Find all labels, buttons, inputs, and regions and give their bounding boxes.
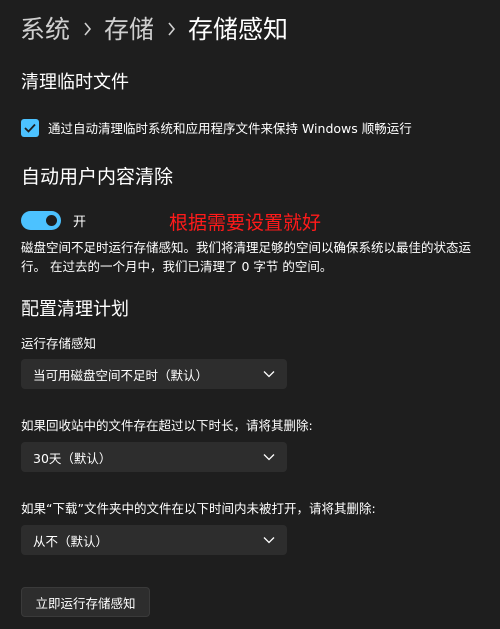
chevron-down-icon [263,453,275,461]
chevron-right-icon [154,20,188,41]
run-storage-sense-label: 运行存储感知 [21,336,97,351]
chevron-right-icon [70,20,104,41]
breadcrumb-item-storage[interactable]: 存储 [104,12,154,48]
downloads-folder-dropdown[interactable]: 从不（默认） [21,525,287,555]
recycle-bin-dropdown[interactable]: 30天（默认） [21,442,287,472]
section-title-cleanup-temp: 清理临时文件 [21,72,129,93]
page-title: 存储感知 [188,15,289,44]
section-title-schedule: 配置清理计划 [21,299,129,320]
annotation-text: 根据需要设置就好 [169,212,322,234]
recycle-bin-value: 30天（默认） [33,450,112,466]
cleanup-temp-checkbox[interactable] [21,118,39,137]
toggle-state-label: 开 [73,215,87,230]
chevron-down-icon [263,370,275,378]
section-title-auto-cleanup: 自动用户内容清除 [21,166,174,188]
run-storage-sense-value: 当可用磁盘空间不足时（默认） [33,367,209,383]
recycle-bin-label: 如果回收站中的文件存在超过以下时长，请将其删除: [21,418,313,433]
cleanup-temp-checkbox-label: 通过自动清理临时系统和应用程序文件来保持 Windows 顺畅运行 [48,121,412,136]
auto-cleanup-toggle[interactable] [21,211,61,230]
breadcrumb: 系统 存储 存储感知 [20,12,288,48]
downloads-folder-label: 如果“下载”文件夹中的文件在以下时间内未被打开，请将其删除: [21,501,376,516]
auto-cleanup-toggle-row[interactable]: 开 [21,211,86,230]
run-now-button[interactable]: 立即运行存储感知 [21,587,150,617]
run-storage-sense-dropdown[interactable]: 当可用磁盘空间不足时（默认） [21,359,287,389]
auto-cleanup-description: 磁盘空间不足时运行存储感知。我们将清理足够的空间以确保系统以最佳的状态运行。 在… [21,240,472,274]
downloads-folder-value: 从不（默认） [33,533,109,549]
chevron-down-icon [263,536,275,544]
checkmark-icon [24,123,36,133]
cleanup-temp-checkbox-row[interactable]: 通过自动清理临时系统和应用程序文件来保持 Windows 顺畅运行 [21,118,412,137]
breadcrumb-item-system[interactable]: 系统 [20,12,70,48]
toggle-knob [46,215,57,226]
